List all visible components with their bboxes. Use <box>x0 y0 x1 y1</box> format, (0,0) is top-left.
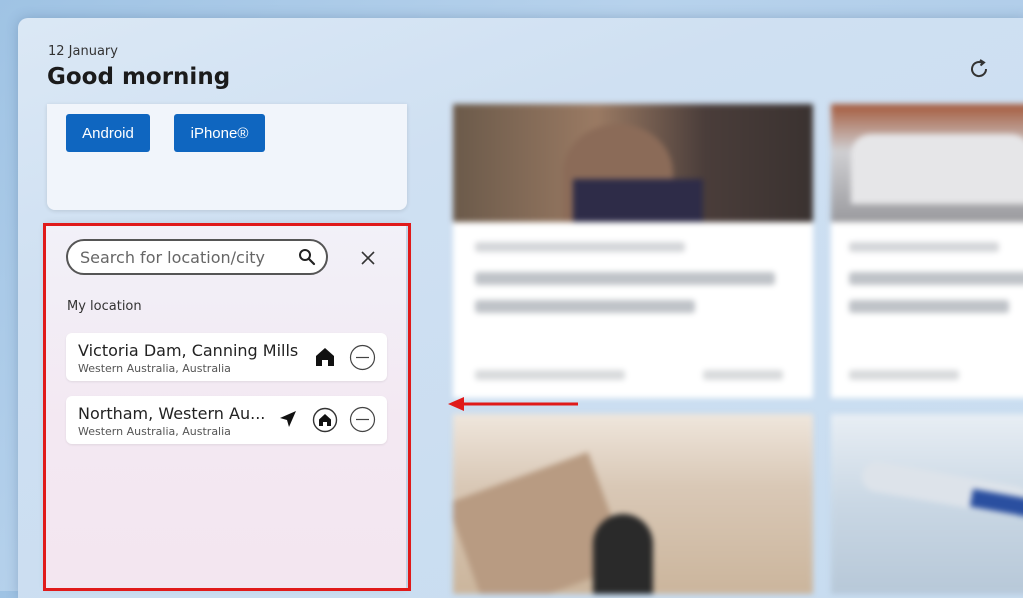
my-location-label: My location <box>67 299 142 314</box>
location-name: Victoria Dam, Canning Mills <box>78 341 299 360</box>
news-card[interactable] <box>831 104 1023 398</box>
location-region: Western Australia, Australia <box>78 425 231 438</box>
news-card[interactable] <box>831 414 1023 594</box>
date-label: 12 January <box>48 44 118 59</box>
location-search-box[interactable] <box>66 239 328 275</box>
news-card[interactable] <box>453 414 813 594</box>
set-home-icon[interactable] <box>312 407 338 433</box>
search-icon[interactable] <box>298 248 316 266</box>
location-name: Northam, Western Au... <box>78 404 266 423</box>
news-card[interactable] <box>453 104 813 398</box>
greeting-title: Good morning <box>47 64 231 90</box>
location-region: Western Australia, Australia <box>78 362 231 375</box>
remove-icon[interactable] <box>349 344 376 371</box>
android-button[interactable]: Android <box>66 114 150 152</box>
refresh-icon[interactable] <box>966 56 992 82</box>
location-item[interactable]: Northam, Western Au... Western Australia… <box>66 396 387 444</box>
annotation-arrow-icon <box>448 397 578 411</box>
location-item[interactable]: Victoria Dam, Canning Mills Western Aust… <box>66 333 387 381</box>
home-icon[interactable] <box>314 346 336 368</box>
remove-icon[interactable] <box>349 406 376 433</box>
close-icon[interactable] <box>359 249 377 267</box>
iphone-button[interactable]: iPhone® <box>174 114 265 152</box>
location-search-input[interactable] <box>78 246 292 268</box>
current-location-icon <box>280 411 296 427</box>
